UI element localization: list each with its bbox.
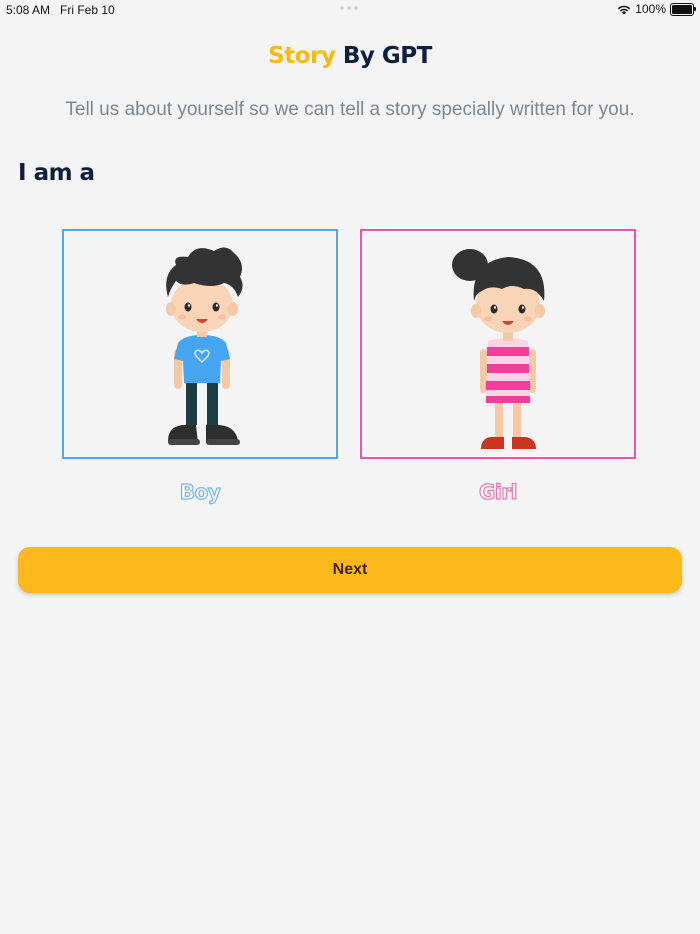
girl-option-label[interactable]: Girl: [360, 479, 636, 504]
battery-icon: [670, 2, 696, 16]
multitasking-dots-icon[interactable]: [340, 6, 358, 10]
boy-option-label[interactable]: Boy: [62, 479, 338, 504]
app-title: Story By GPT: [0, 43, 700, 69]
app-title-by-gpt: By GPT: [335, 43, 432, 69]
app-title-story: Story: [268, 43, 336, 69]
boy-illustration: [166, 247, 243, 445]
status-time: 5:08 AM: [6, 3, 51, 17]
battery-percent: 100%: [635, 2, 666, 16]
next-button[interactable]: Next: [18, 547, 682, 593]
girl-illustration: [452, 249, 545, 449]
intro-subtitle: Tell us about yourself so we can tell a …: [65, 99, 635, 120]
girl-option-card[interactable]: [360, 229, 636, 459]
wifi-icon: [618, 5, 631, 14]
status-bar: 5:08 AM Fri Feb 10 100%: [0, 0, 700, 20]
status-right: 100%: [617, 2, 696, 16]
section-heading: I am a: [18, 160, 95, 186]
status-date: Fri Feb 10: [60, 3, 115, 17]
boy-option-card[interactable]: [62, 229, 338, 459]
